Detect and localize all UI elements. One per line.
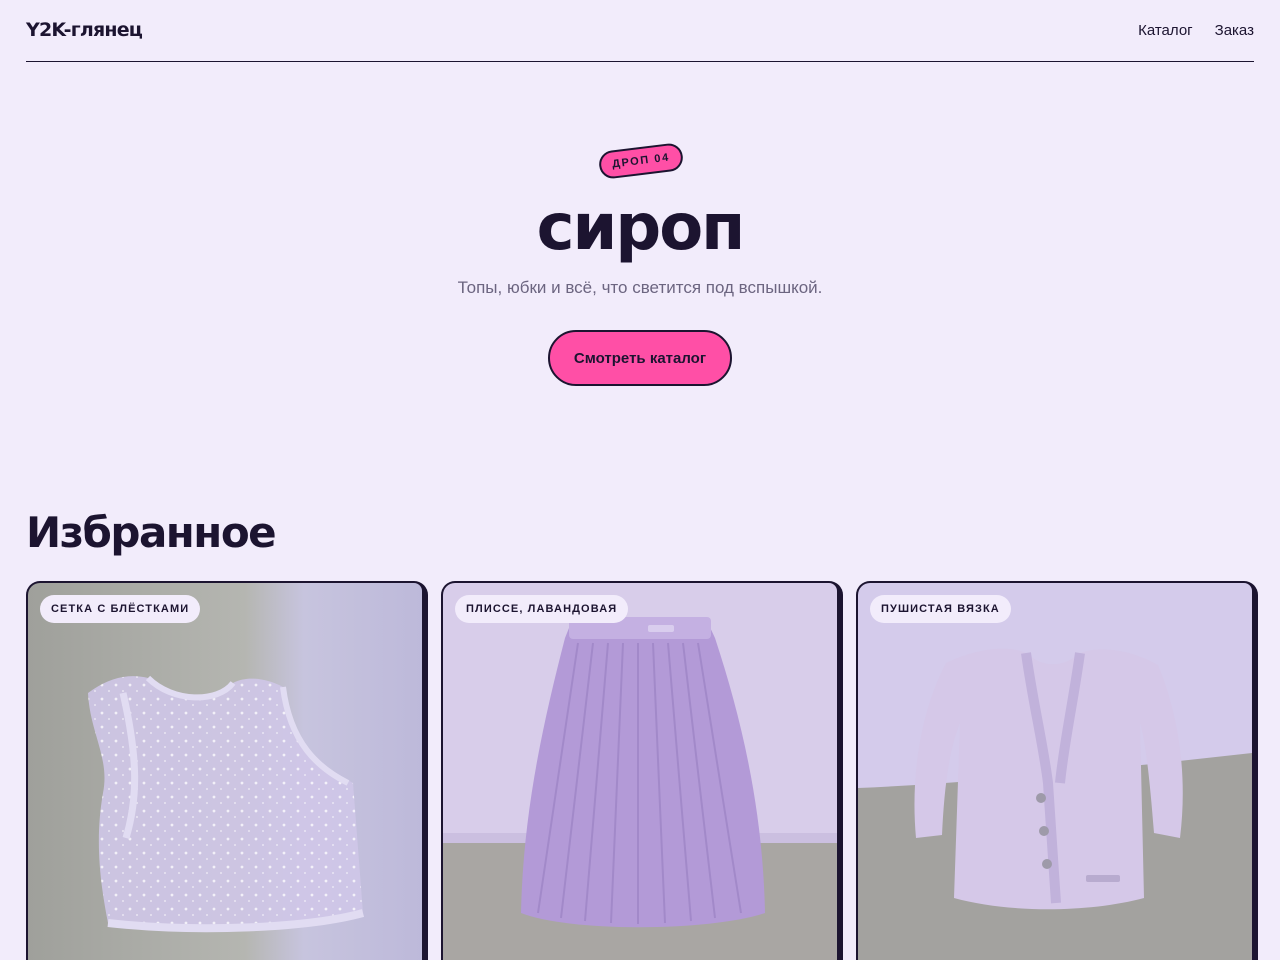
product-card[interactable]: ПЛИССЕ, ЛАВАНДОВАЯ [441, 581, 843, 960]
product-photo-knit-cardigan [858, 583, 1252, 960]
site-header: Y2K-глянец Каталог Заказ [26, 0, 1254, 62]
featured-title: Избранное [26, 508, 277, 557]
logo[interactable]: Y2K-глянец [26, 19, 143, 41]
hero-section: ДРОП 04 сироп Топы, юбки и всё, что свет… [0, 62, 1280, 482]
product-tag: ПУШИСТАЯ ВЯЗКА [870, 595, 1011, 623]
hero-title: сироп [536, 191, 746, 265]
nav-order-link[interactable]: Заказ [1215, 22, 1254, 39]
product-tag: ПЛИССЕ, ЛАВАНДОВАЯ [455, 595, 629, 623]
main-nav: Каталог Заказ [1138, 22, 1254, 39]
hero-subtitle: Топы, юбки и всё, что светится под вспыш… [457, 278, 823, 297]
product-card[interactable]: СЕТКА С БЛЁСТКАМИ [26, 581, 428, 960]
featured-cards: СЕТКА С БЛЁСТКАМИ ПЛИССЕ, ЛАВАНДОВАЯ ПУШ… [26, 581, 1258, 960]
product-tag: СЕТКА С БЛЁСТКАМИ [40, 595, 201, 623]
drop-badge: ДРОП 04 [597, 141, 685, 181]
product-photo-pleated-skirt [443, 583, 837, 960]
view-catalog-button[interactable]: Смотреть каталог [548, 330, 732, 386]
nav-catalog-link[interactable]: Каталог [1138, 22, 1193, 39]
product-card[interactable]: ПУШИСТАЯ ВЯЗКА [856, 581, 1258, 960]
product-photo-sequin-top [28, 583, 422, 960]
